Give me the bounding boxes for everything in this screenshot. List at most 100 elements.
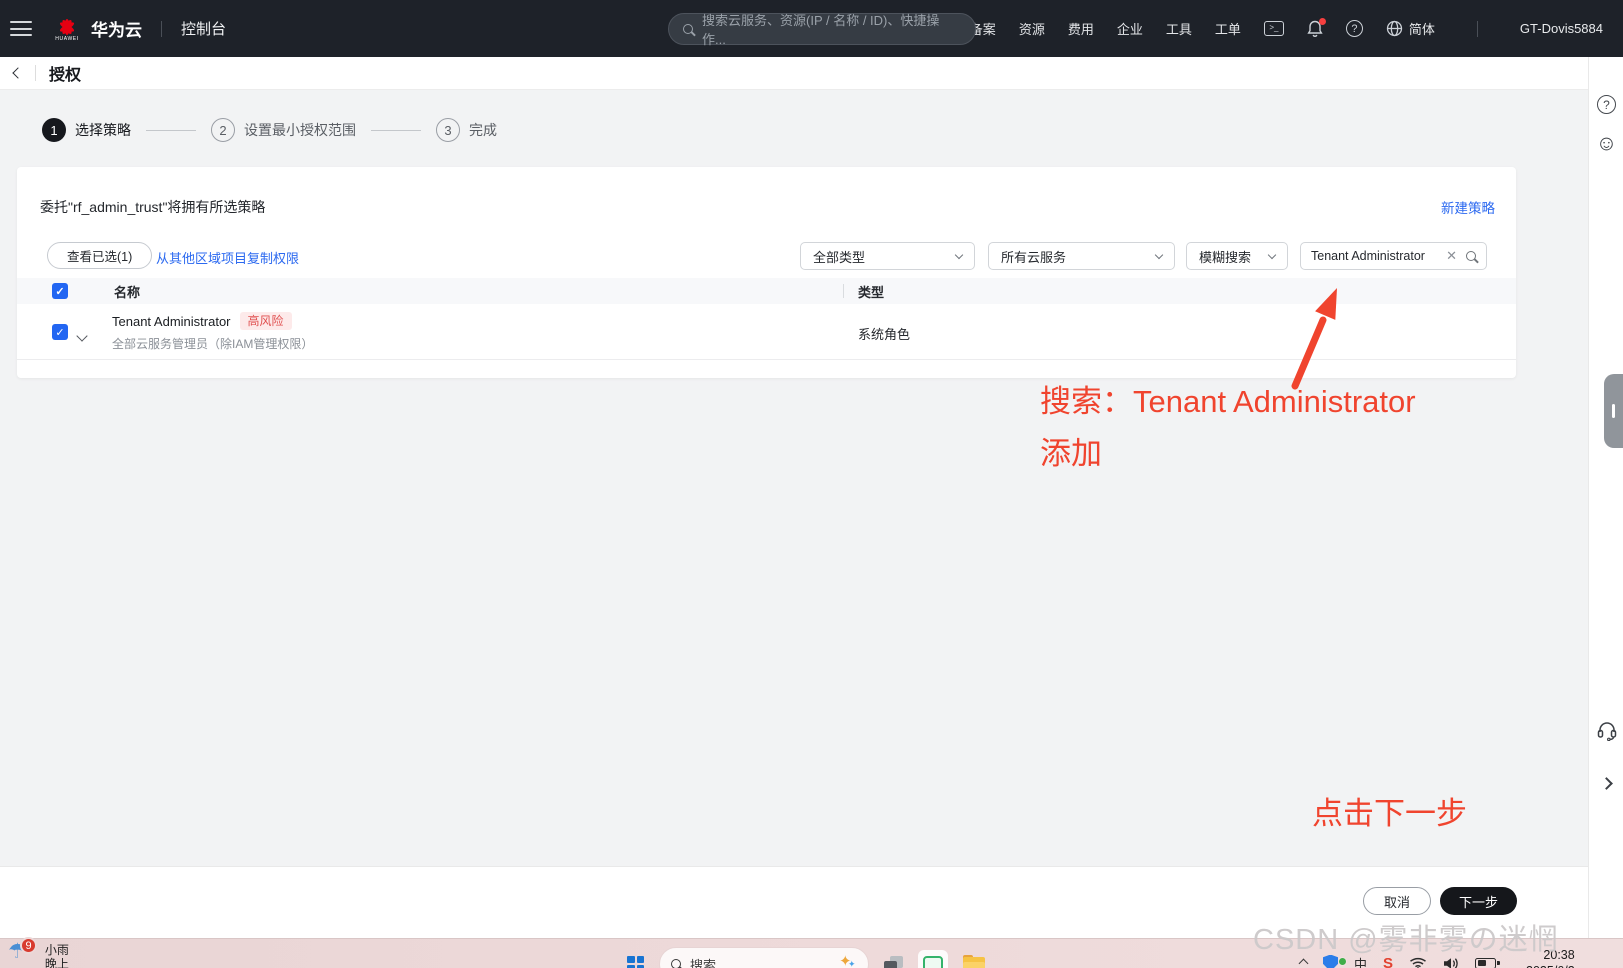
copy-permissions-link[interactable]: 从其他区域项目复制权限 xyxy=(156,248,299,267)
row-expand-button[interactable] xyxy=(76,327,88,345)
step-2-label: 设置最小授权范围 xyxy=(244,122,356,138)
column-divider xyxy=(843,284,844,298)
policy-type-cell: 系统角色 xyxy=(858,327,911,342)
step-connector xyxy=(146,129,196,131)
rail-feedback-button[interactable]: ☺ xyxy=(1589,133,1623,154)
navbar-divider xyxy=(1476,20,1478,37)
card-heading: 委托"rf_admin_trust"将拥有所选策略 xyxy=(40,199,266,215)
breadcrumb-divider xyxy=(35,65,36,81)
service-filter-dropdown[interactable]: 所有云服务 xyxy=(988,242,1175,270)
chevron-down-icon xyxy=(1267,250,1277,259)
weather-text: 小雨 晚上 xyxy=(45,940,69,968)
match-mode-dropdown[interactable]: 模糊搜索 xyxy=(1186,242,1288,270)
cancel-button[interactable]: 取消 xyxy=(1363,887,1431,915)
task-view-icon[interactable] xyxy=(884,955,903,968)
nav-link-billing[interactable]: 费用 xyxy=(1068,19,1094,38)
clock-date: 2025/6/2 xyxy=(1526,963,1575,968)
back-button[interactable] xyxy=(12,67,24,79)
type-filter-value: 全部类型 xyxy=(813,249,866,265)
huawei-wordmark: HUAWEI xyxy=(55,36,79,42)
cli-terminal-icon[interactable]: >_ xyxy=(1263,21,1284,36)
chevron-down-icon xyxy=(1154,250,1164,259)
copilot-sparkle-icon[interactable]: ✦ ✦ xyxy=(839,953,857,968)
chevron-down-icon xyxy=(954,250,964,259)
step-1-label: 选择策略 xyxy=(75,122,131,138)
notifications-bell-icon[interactable] xyxy=(1307,17,1326,38)
umbrella-icon: ☂ 9 xyxy=(8,937,37,968)
chevron-down-icon xyxy=(76,330,88,342)
rail-collapse-button[interactable] xyxy=(1589,777,1623,790)
smiley-icon: ☺ xyxy=(1595,132,1618,155)
screen: HUAWEI 华为云 控制台 搜索云服务、资源(IP / 名称 / ID)、快捷… xyxy=(0,0,1623,968)
global-search-placeholder: 搜索云服务、资源(IP / 名称 / ID)、快捷操作... xyxy=(702,13,940,47)
column-header-name: 名称 xyxy=(114,284,141,300)
service-filter-value: 所有云服务 xyxy=(1001,249,1067,265)
wifi-icon[interactable] xyxy=(1409,957,1427,968)
globe-icon xyxy=(1386,20,1403,37)
account-name[interactable]: GT-Dovis5884 xyxy=(1520,21,1603,36)
shield-status-dot xyxy=(1338,957,1347,966)
policy-selection-card: 委托"rf_admin_trust"将拥有所选策略 新建策略 查看已选(1) 从… xyxy=(17,167,1516,378)
language-switcher[interactable]: 简体 xyxy=(1386,19,1435,38)
table-header-row: ✓ 名称 类型 xyxy=(17,278,1516,304)
table-row[interactable]: ✓ Tenant Administrator 高风险 全部云服务管理员（除IAM… xyxy=(17,304,1516,360)
right-utility-rail: ? ☺ xyxy=(1588,57,1623,938)
nav-link-resources[interactable]: 资源 xyxy=(1019,19,1045,38)
brand-name[interactable]: 华为云 xyxy=(91,16,142,41)
scrollbar-handle[interactable] xyxy=(1604,374,1623,448)
menu-icon[interactable] xyxy=(10,21,32,36)
select-all-checkbox[interactable]: ✓ xyxy=(52,283,68,299)
file-explorer-icon[interactable] xyxy=(963,955,985,968)
row-checkbox[interactable]: ✓ xyxy=(52,324,68,340)
console-link[interactable]: 控制台 xyxy=(181,18,226,39)
page-title: 授权 xyxy=(49,67,82,84)
windows-start-button[interactable] xyxy=(627,955,644,968)
huawei-flower-icon xyxy=(59,19,75,35)
rail-support-button[interactable] xyxy=(1589,719,1623,741)
taskbar-center: 搜索 ✦ ✦ xyxy=(627,947,985,968)
annotation-search-note: 搜索：Tenant Administrator xyxy=(1040,384,1416,419)
step-connector xyxy=(371,129,421,131)
column-header-type: 类型 xyxy=(858,284,885,300)
search-icon[interactable] xyxy=(1466,251,1476,261)
step-3-label: 完成 xyxy=(469,122,497,138)
taskbar-search-input[interactable]: 搜索 ✦ ✦ xyxy=(659,947,869,968)
navbar-divider xyxy=(161,20,162,37)
clear-search-icon[interactable]: ✕ xyxy=(1446,248,1457,264)
battery-icon[interactable] xyxy=(1475,957,1500,968)
policy-search-input[interactable]: Tenant Administrator ✕ xyxy=(1300,242,1487,270)
policy-name-cell: Tenant Administrator 高风险 全部云服务管理员（除IAM管理… xyxy=(112,312,313,352)
annotation-next-note: 点击下一步 xyxy=(1312,796,1467,831)
step-1-circle: 1 xyxy=(42,118,66,142)
locale-label: 简体 xyxy=(1408,22,1435,37)
csdn-watermark: CSDN @雾非雾の迷惘 xyxy=(1253,924,1559,956)
new-policy-link[interactable]: 新建策略 xyxy=(1441,197,1495,217)
view-selected-button[interactable]: 查看已选(1) xyxy=(47,242,153,269)
weather-widget[interactable]: ☂ 9 小雨 晚上 xyxy=(8,937,69,968)
breadcrumb-bar: 授权 xyxy=(0,57,1588,90)
chevron-right-icon xyxy=(1600,777,1613,790)
rail-help-button[interactable]: ? xyxy=(1589,95,1623,114)
annotation-add-note: 添加 xyxy=(1040,436,1102,471)
policy-name-line: Tenant Administrator 高风险 xyxy=(112,312,313,330)
question-icon: ? xyxy=(1597,95,1616,114)
weather-alert-badge: 9 xyxy=(20,937,37,954)
search-icon xyxy=(683,24,693,34)
taskbar-search-placeholder: 搜索 xyxy=(690,957,717,968)
headset-icon xyxy=(1597,722,1616,741)
speaker-icon[interactable] xyxy=(1443,957,1459,968)
nav-link-tickets[interactable]: 工单 xyxy=(1215,19,1241,38)
global-search-input[interactable]: 搜索云服务、资源(IP / 名称 / ID)、快捷操作... xyxy=(668,13,976,47)
nav-link-tools[interactable]: 工具 xyxy=(1166,19,1192,38)
tray-expand-icon[interactable] xyxy=(1298,958,1309,968)
next-step-button[interactable]: 下一步 xyxy=(1440,887,1517,915)
huawei-logo-icon[interactable]: HUAWEI xyxy=(52,15,82,42)
active-app-icon[interactable] xyxy=(918,950,948,968)
search-icon xyxy=(671,959,681,968)
type-filter-dropdown[interactable]: 全部类型 xyxy=(800,242,975,270)
step-wizard: 1 选择策略 2 设置最小授权范围 3 完成 xyxy=(42,118,497,142)
navbar-right: 备案 资源 费用 企业 工具 工单 >_ ? 简体 GT-Dovis5884 xyxy=(970,17,1623,38)
policy-description: 全部云服务管理员（除IAM管理权限） xyxy=(112,337,314,351)
nav-link-enterprise[interactable]: 企业 xyxy=(1117,19,1143,38)
help-icon[interactable]: ? xyxy=(1345,20,1363,37)
